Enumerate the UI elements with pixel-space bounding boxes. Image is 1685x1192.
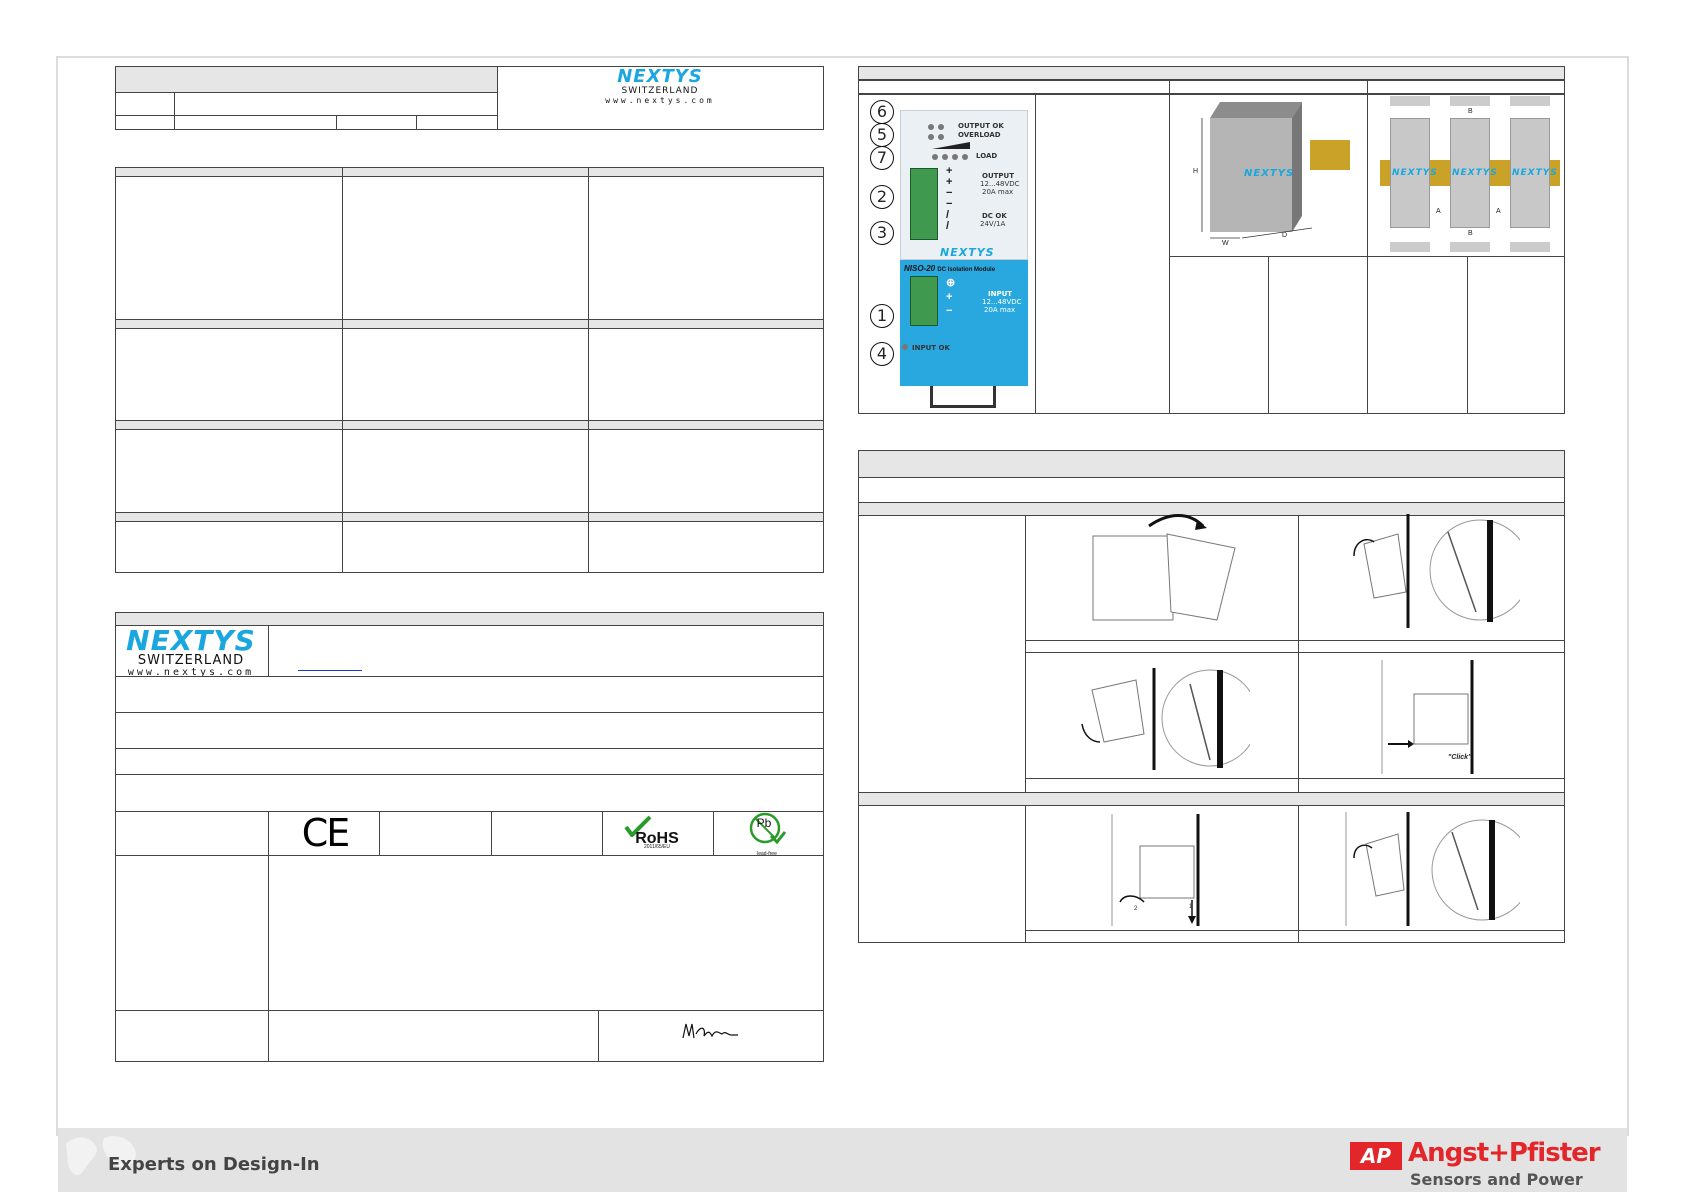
spec-section-header-3 bbox=[115, 420, 824, 430]
ce-mark: CE bbox=[301, 811, 351, 855]
declaration-link[interactable] bbox=[298, 670, 362, 671]
dimension-drawing: NEXTYS H W D bbox=[1180, 98, 1360, 250]
callout-7: 7 bbox=[870, 146, 894, 170]
dismount-step-2 bbox=[1345, 812, 1520, 926]
overload-label: OVERLOAD bbox=[958, 131, 1001, 139]
mounting-header bbox=[858, 450, 1565, 478]
callout-3: 3 bbox=[870, 221, 894, 245]
input-label: INPUT bbox=[988, 290, 1013, 298]
callout-1: 1 bbox=[870, 304, 894, 328]
product-subheader bbox=[858, 80, 1565, 94]
footer-tagline: Experts on Design-In bbox=[108, 1154, 320, 1175]
product-section-header bbox=[858, 66, 1565, 80]
callout-6: 6 bbox=[870, 100, 894, 124]
spacing-drawing: NEXTYS NEXTYS NEXTYS B A A B bbox=[1380, 96, 1560, 254]
mount-step-1 bbox=[1092, 514, 1236, 621]
input-terminal bbox=[910, 276, 938, 326]
dcok-label: DC OK bbox=[982, 212, 1007, 220]
footer-company-sub: Sensors and Power bbox=[1410, 1170, 1583, 1189]
declaration-table bbox=[115, 612, 824, 1062]
callout-5: 5 bbox=[870, 123, 894, 147]
module-front-view: OUTPUT OK OVERLOAD LOAD OUTPUT 12...48VD… bbox=[870, 100, 1030, 410]
spec-section-header-4 bbox=[115, 512, 824, 522]
title-block-row bbox=[115, 92, 498, 116]
click-label: "Click" bbox=[1448, 754, 1472, 761]
output-terminal bbox=[910, 168, 938, 240]
callout-4: 4 bbox=[870, 342, 894, 366]
mount-step-3 bbox=[1081, 668, 1250, 770]
ap-logo-mark: AP bbox=[1350, 1142, 1402, 1170]
load-label: LOAD bbox=[976, 152, 998, 160]
mount-step-2 bbox=[1353, 514, 1520, 628]
input-ok-label: INPUT OK bbox=[912, 344, 950, 352]
title-block-row-2 bbox=[115, 115, 498, 130]
signature bbox=[682, 1023, 738, 1039]
spec-section-header-1 bbox=[115, 167, 824, 177]
mount-step-4 bbox=[1381, 660, 1474, 774]
header-logo: NEXTYS SWITZERLAND www.nextys.com bbox=[605, 66, 715, 106]
lead-free-logo: Pb lead-free bbox=[745, 812, 789, 857]
output-label: OUTPUT bbox=[982, 172, 1014, 180]
footer-company: Angst+Pfister bbox=[1408, 1138, 1601, 1168]
spec-section-header-2 bbox=[115, 319, 824, 329]
model-label: NISO-20 bbox=[904, 264, 936, 273]
rohs-logo: RoHS 2011/65/EU bbox=[620, 815, 694, 851]
callout-2: 2 bbox=[870, 185, 894, 209]
output-ok-label: OUTPUT OK bbox=[958, 122, 1004, 130]
dismount-step-1 bbox=[1111, 814, 1200, 926]
title-block-header bbox=[115, 66, 498, 93]
declaration-logo: NEXTYS SWITZERLAND www.nextys.com bbox=[126, 624, 256, 679]
